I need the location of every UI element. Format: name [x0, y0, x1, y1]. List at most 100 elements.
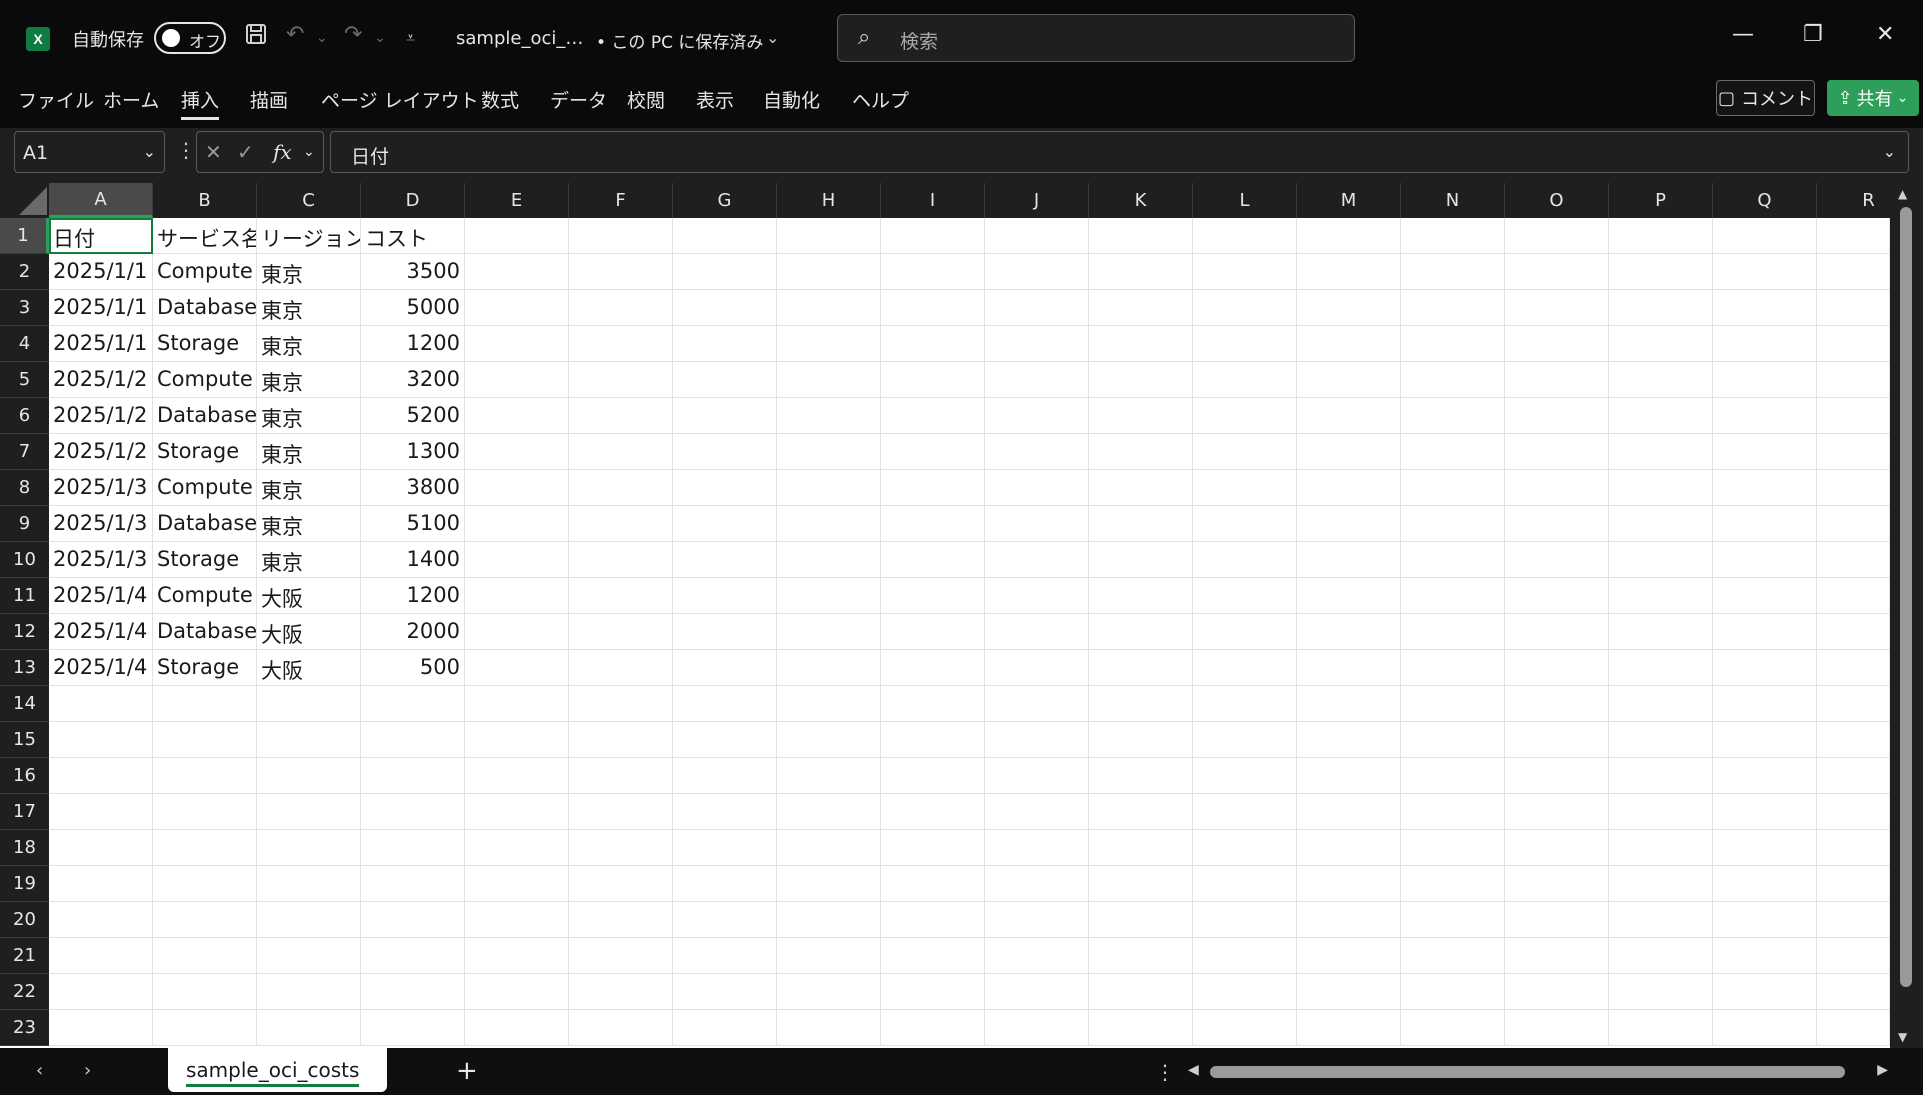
cell[interactable]	[1713, 290, 1817, 326]
cell[interactable]	[257, 686, 361, 722]
cell[interactable]	[1297, 866, 1401, 902]
row-header[interactable]: 16	[0, 758, 49, 794]
cell[interactable]	[1713, 506, 1817, 542]
cell[interactable]	[777, 398, 881, 434]
sheet-tab[interactable]: sample_oci_costs	[168, 1048, 387, 1092]
select-all-corner[interactable]	[0, 183, 49, 218]
cell[interactable]	[1505, 650, 1609, 686]
cell[interactable]	[1089, 758, 1193, 794]
cell[interactable]	[465, 866, 569, 902]
cell[interactable]	[1193, 542, 1297, 578]
cell[interactable]	[569, 866, 673, 902]
cell[interactable]	[1401, 794, 1505, 830]
cell[interactable]	[985, 938, 1089, 974]
cell[interactable]	[1193, 1010, 1297, 1046]
cell[interactable]	[49, 866, 153, 902]
cell[interactable]	[1817, 722, 1890, 758]
cell[interactable]: Database	[153, 506, 257, 542]
cell[interactable]	[673, 290, 777, 326]
cell[interactable]	[985, 830, 1089, 866]
cancel-icon[interactable]: ✕	[205, 140, 222, 164]
tab-insert[interactable]: 挿入	[181, 86, 220, 120]
cell[interactable]	[1297, 218, 1401, 254]
cell[interactable]	[361, 974, 465, 1010]
cell[interactable]	[673, 974, 777, 1010]
cell[interactable]: 2025/1/2	[49, 434, 153, 470]
cell[interactable]	[1401, 758, 1505, 794]
cell[interactable]: Storage	[153, 650, 257, 686]
column-header[interactable]: D	[361, 183, 465, 218]
cell[interactable]: 東京	[257, 398, 361, 434]
column-header[interactable]: A	[49, 183, 153, 218]
cell[interactable]: 2025/1/3	[49, 470, 153, 506]
cell[interactable]: コスト	[361, 218, 465, 254]
cell[interactable]	[673, 506, 777, 542]
prev-sheet-icon[interactable]: ‹	[36, 1060, 43, 1081]
cell[interactable]: Database	[153, 290, 257, 326]
cell[interactable]	[1505, 938, 1609, 974]
cell[interactable]	[1505, 722, 1609, 758]
cell[interactable]	[1089, 866, 1193, 902]
cell[interactable]: 2025/1/3	[49, 506, 153, 542]
cell[interactable]	[465, 758, 569, 794]
row-header[interactable]: 13	[0, 650, 49, 686]
row-header[interactable]: 8	[0, 470, 49, 506]
cell[interactable]	[257, 938, 361, 974]
cell[interactable]	[777, 542, 881, 578]
cell[interactable]	[1089, 902, 1193, 938]
cell[interactable]	[465, 578, 569, 614]
column-header[interactable]: G	[673, 183, 777, 218]
cell[interactable]	[361, 794, 465, 830]
cell[interactable]: 2000	[361, 614, 465, 650]
cell[interactable]: 大阪	[257, 650, 361, 686]
cell[interactable]	[1713, 254, 1817, 290]
cell[interactable]	[1297, 362, 1401, 398]
redo-icon[interactable]: ↷	[344, 22, 362, 47]
cell[interactable]: 2025/1/1	[49, 290, 153, 326]
cell[interactable]	[465, 830, 569, 866]
cell[interactable]	[881, 938, 985, 974]
cell[interactable]	[1401, 902, 1505, 938]
cell[interactable]	[881, 506, 985, 542]
column-header[interactable]: H	[777, 183, 881, 218]
close-icon[interactable]: ✕	[1876, 22, 1894, 47]
cell[interactable]	[153, 938, 257, 974]
cell[interactable]	[985, 1010, 1089, 1046]
cell[interactable]	[1297, 974, 1401, 1010]
cell[interactable]	[1713, 902, 1817, 938]
cell[interactable]	[1401, 938, 1505, 974]
row-header[interactable]: 12	[0, 614, 49, 650]
name-box[interactable]: A1 ⌄	[14, 131, 165, 173]
cell[interactable]	[673, 722, 777, 758]
cell[interactable]	[1193, 506, 1297, 542]
cell[interactable]	[985, 326, 1089, 362]
cell[interactable]: 1400	[361, 542, 465, 578]
enter-icon[interactable]: ✓	[237, 140, 254, 164]
cell[interactable]	[361, 938, 465, 974]
row-header[interactable]: 22	[0, 974, 49, 1010]
cell[interactable]	[465, 650, 569, 686]
cell[interactable]	[777, 434, 881, 470]
cell[interactable]	[985, 650, 1089, 686]
cell[interactable]	[1609, 542, 1713, 578]
cell[interactable]	[569, 434, 673, 470]
cell[interactable]: 東京	[257, 506, 361, 542]
cell[interactable]	[569, 470, 673, 506]
cell[interactable]	[569, 326, 673, 362]
cell[interactable]	[1609, 218, 1713, 254]
cell[interactable]	[1609, 938, 1713, 974]
cell[interactable]	[1505, 1010, 1609, 1046]
row-header[interactable]: 3	[0, 290, 49, 326]
cell[interactable]	[1401, 434, 1505, 470]
row-header[interactable]: 14	[0, 686, 49, 722]
cell[interactable]	[1609, 794, 1713, 830]
cell[interactable]	[1713, 470, 1817, 506]
cell[interactable]	[1193, 722, 1297, 758]
cell[interactable]	[985, 902, 1089, 938]
cell[interactable]: Storage	[153, 326, 257, 362]
cell[interactable]	[361, 722, 465, 758]
tab-formulas[interactable]: 数式	[481, 86, 519, 117]
cell[interactable]	[1297, 434, 1401, 470]
cell[interactable]	[673, 254, 777, 290]
cell[interactable]	[1089, 326, 1193, 362]
